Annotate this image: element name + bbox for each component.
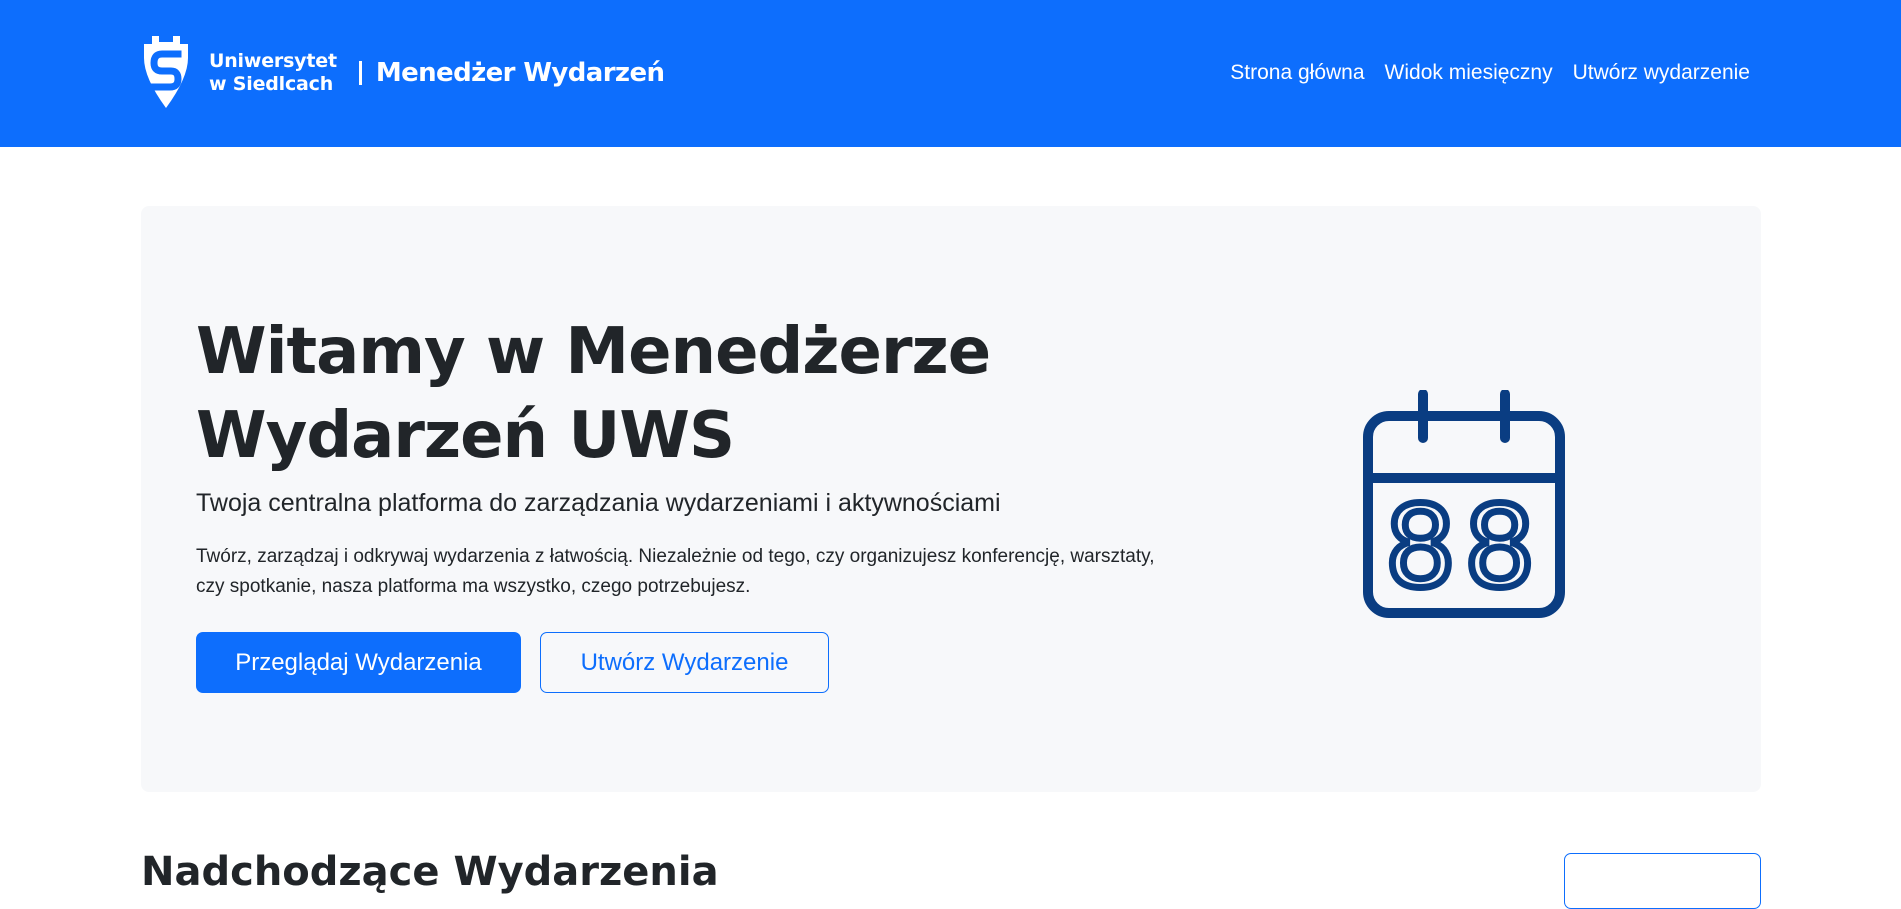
hero-title-line2: Wydarzeń UWS (196, 399, 735, 473)
nav-link-create-event[interactable]: Utwórz wydarzenie (1573, 58, 1750, 88)
brand-home-link[interactable]: Uniwersytet w Siedlcach Menedżer Wydarze… (138, 34, 665, 112)
calendar-number: 88 (1385, 483, 1544, 613)
navbar: Uniwersytet w Siedlcach Menedżer Wydarze… (0, 0, 1901, 147)
hero-description: Twórz, zarządzaj i odkrywaj wydarzenia z… (196, 546, 1155, 597)
hero-title: Witamy w Menedżerze Wydarzeń UWS (196, 310, 1076, 478)
university-logo-icon (144, 36, 188, 108)
main-nav: Strona główna Widok miesięczny Utwórz wy… (1230, 58, 1750, 88)
calendar-icon: 88 (1363, 390, 1565, 618)
nav-link-home[interactable]: Strona główna (1230, 58, 1364, 88)
university-name: Uniwersytet w Siedlcach (209, 50, 337, 96)
view-all-events-button[interactable] (1564, 853, 1761, 909)
hero-section: Witamy w Menedżerze Wydarzeń UWS Twoja c… (141, 206, 1761, 792)
browse-events-button[interactable]: Przeglądaj Wydarzenia (196, 632, 521, 693)
brand-separator (358, 61, 362, 85)
university-name-line1: Uniwersytet (209, 50, 337, 72)
create-event-button[interactable]: Utwórz Wydarzenie (540, 632, 829, 693)
university-name-line2: w Siedlcach (209, 73, 334, 95)
app-name: Menedżer Wydarzeń (375, 58, 665, 88)
upcoming-events-title: Nadchodzące Wydarzenia (141, 849, 719, 895)
hero-lead: Twoja centralna platforma do zarządzania… (196, 489, 1001, 517)
hero-title-line1: Witamy w Menedżerze (196, 315, 991, 389)
nav-link-monthly-view[interactable]: Widok miesięczny (1385, 58, 1553, 88)
